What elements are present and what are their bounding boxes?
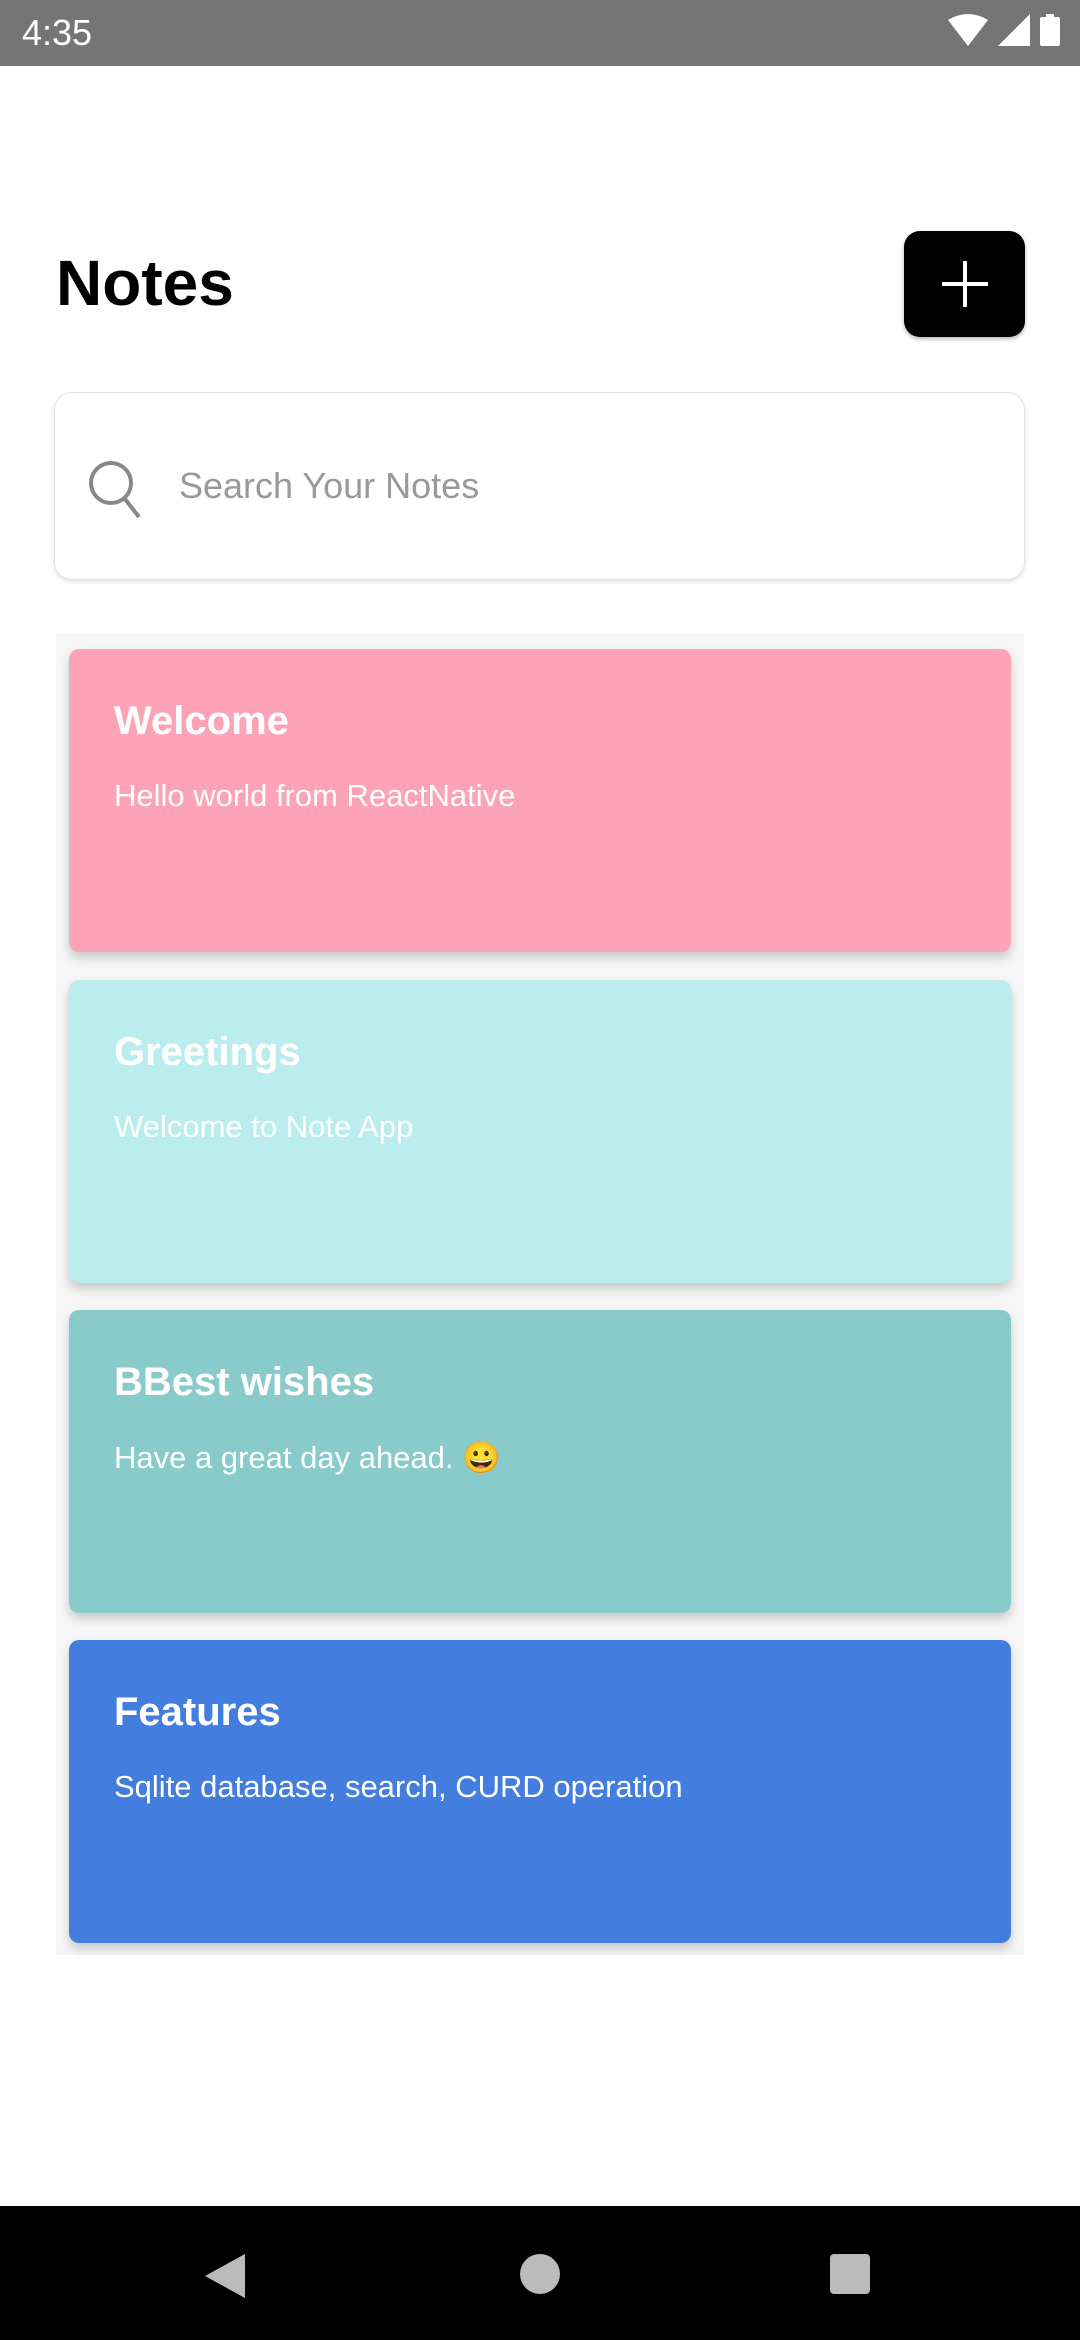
back-icon [205,2254,245,2298]
note-body: Sqlite database, search, CURD operation [114,1769,683,1804]
signal-icon [998,14,1030,46]
home-icon [520,2254,560,2294]
notes-list[interactable]: Welcome Hello world from ReactNative Gre… [56,634,1024,1955]
wifi-icon [948,14,988,46]
navigation-bar [0,2206,1080,2340]
note-title: Greetings [114,1030,301,1074]
battery-icon [1040,14,1060,46]
plus-icon [941,261,988,307]
note-title: Features [114,1690,281,1734]
note-title: Welcome [114,699,289,743]
note-card[interactable]: Greetings Welcome to Note App [69,980,1011,1283]
note-body: Have a great day ahead. 😀 [114,1440,501,1475]
home-button[interactable] [520,2254,560,2299]
add-note-button[interactable] [904,231,1025,337]
recents-icon [830,2254,870,2294]
note-title: BBest wishes [114,1360,375,1404]
search-icon [89,461,141,519]
note-body: Hello world from ReactNative [114,778,516,813]
back-button[interactable] [205,2254,245,2303]
note-body: Welcome to Note App [114,1109,414,1144]
search-box[interactable] [54,392,1025,580]
status-bar: 4:35 [0,0,1080,66]
recents-button[interactable] [830,2254,870,2299]
note-card[interactable]: Features Sqlite database, search, CURD o… [69,1640,1011,1943]
page-title: Notes [56,247,234,319]
search-input[interactable] [179,453,979,519]
status-time: 4:35 [22,12,93,53]
note-card[interactable]: BBest wishes Have a great day ahead. 😀 [69,1310,1011,1613]
note-card[interactable]: Welcome Hello world from ReactNative [69,649,1011,952]
